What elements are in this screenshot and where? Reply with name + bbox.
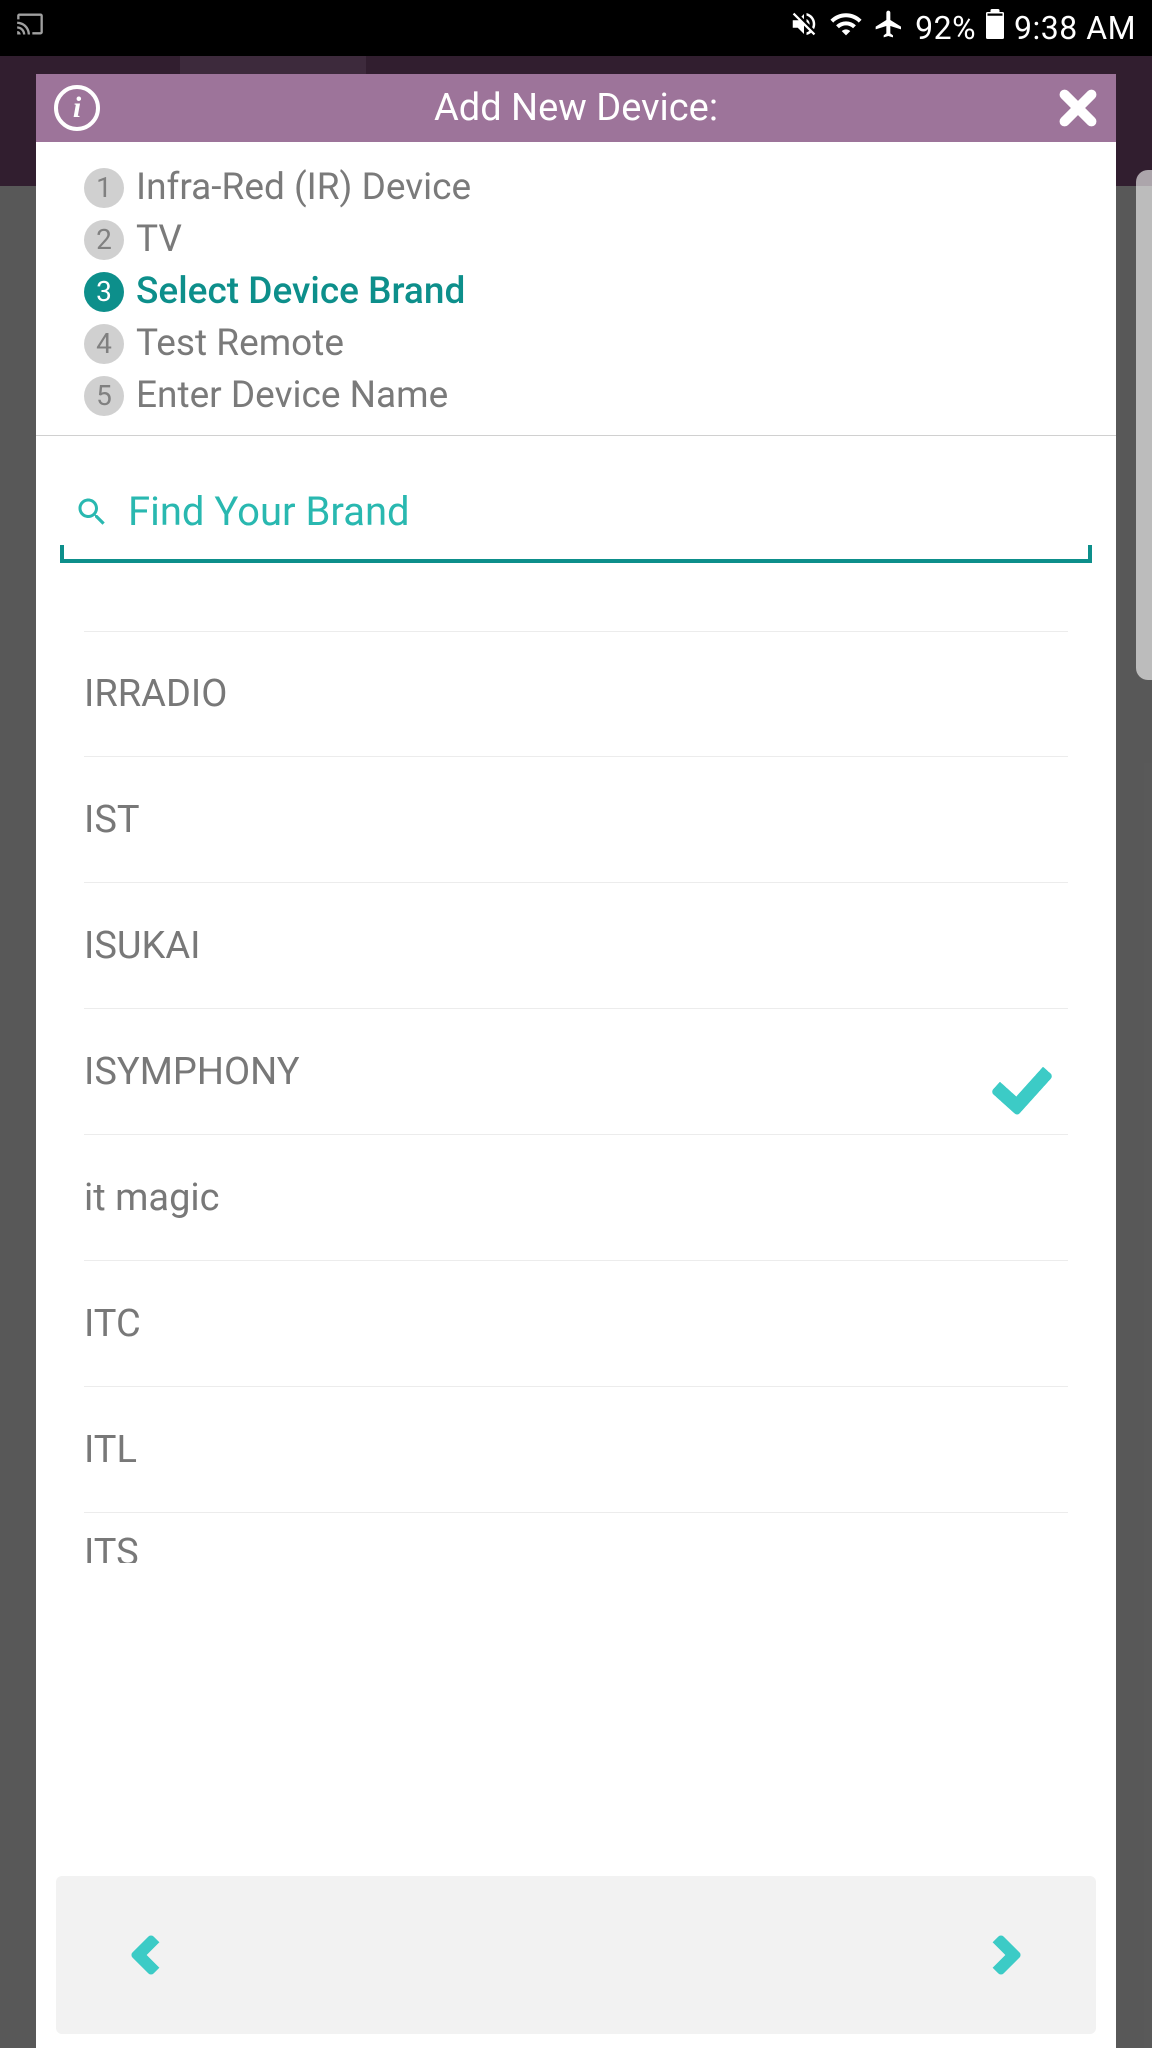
step-label: Infra-Red (IR) Device [136, 166, 471, 209]
dialog-title: Add New Device: [434, 86, 718, 130]
status-left [16, 10, 44, 46]
status-right: 92% 9:38 AM [789, 7, 1136, 49]
battery-text: 92% [915, 9, 976, 47]
brand-list[interactable]: IRRADIO IST ISUKAI ISYMPHONY it magic ITC ITL I… [36, 563, 1116, 1866]
step-3[interactable]: 3 Select Device Brand [84, 270, 1116, 313]
steps-list: 1 Infra-Red (IR) Device 2 TV 3 Select Device … [36, 142, 1116, 436]
close-icon[interactable] [1058, 88, 1098, 128]
info-icon[interactable]: i [54, 85, 100, 131]
step-label: TV [136, 218, 182, 261]
step-4[interactable]: 4 Test Remote [84, 322, 1116, 365]
step-label: Select Device Brand [136, 270, 465, 313]
step-number: 1 [84, 168, 124, 208]
add-device-dialog: i Add New Device: 1 Infra-Red (IR) Device… [36, 74, 1116, 2048]
step-label: Test Remote [136, 322, 344, 365]
search-icon [74, 494, 110, 530]
nav-footer [56, 1876, 1096, 2034]
brand-item[interactable]: ISYMPHONY [84, 1009, 1068, 1135]
airplane-icon [873, 8, 905, 48]
step-number: 5 [84, 376, 124, 416]
brand-item[interactable]: IRRADIO [84, 631, 1068, 757]
time-text: 9:38 AM [1014, 9, 1136, 47]
brand-name: IRRADIO [84, 672, 227, 716]
step-number: 4 [84, 324, 124, 364]
step-number: 3 [84, 272, 124, 312]
search-area [36, 436, 1116, 563]
brand-name: IST [84, 798, 140, 842]
brand-item[interactable]: IST [84, 757, 1068, 883]
next-button[interactable] [980, 1934, 1022, 1976]
dialog-header: i Add New Device: [36, 74, 1116, 142]
battery-icon [986, 9, 1004, 47]
brand-name: ITS [84, 1531, 139, 1563]
step-label: Enter Device Name [136, 374, 448, 417]
brand-item[interactable]: ISUKAI [84, 883, 1068, 1009]
brand-item[interactable]: ITS [84, 1513, 1068, 1563]
brand-name: ISYMPHONY [84, 1050, 300, 1094]
brand-name: ITL [84, 1428, 137, 1472]
brand-name: it magic [84, 1176, 220, 1220]
brand-item[interactable]: ITL [84, 1387, 1068, 1513]
prev-button[interactable] [130, 1934, 172, 1976]
cast-icon [16, 10, 44, 46]
search-box[interactable] [60, 484, 1092, 563]
search-input[interactable] [128, 488, 1092, 535]
wifi-icon [829, 7, 863, 49]
brand-name: ITC [84, 1302, 141, 1346]
brand-name: ISUKAI [84, 924, 201, 968]
mute-icon [789, 9, 819, 47]
step-5[interactable]: 5 Enter Device Name [84, 374, 1116, 417]
scrollbar-thumb[interactable] [1136, 170, 1152, 680]
brand-item[interactable]: it magic [84, 1135, 1068, 1261]
check-icon [994, 1042, 1068, 1102]
step-2[interactable]: 2 TV [84, 218, 1116, 261]
step-number: 2 [84, 220, 124, 260]
brand-item[interactable]: ITC [84, 1261, 1068, 1387]
status-bar: 92% 9:38 AM [0, 0, 1152, 56]
step-1[interactable]: 1 Infra-Red (IR) Device [84, 166, 1116, 209]
